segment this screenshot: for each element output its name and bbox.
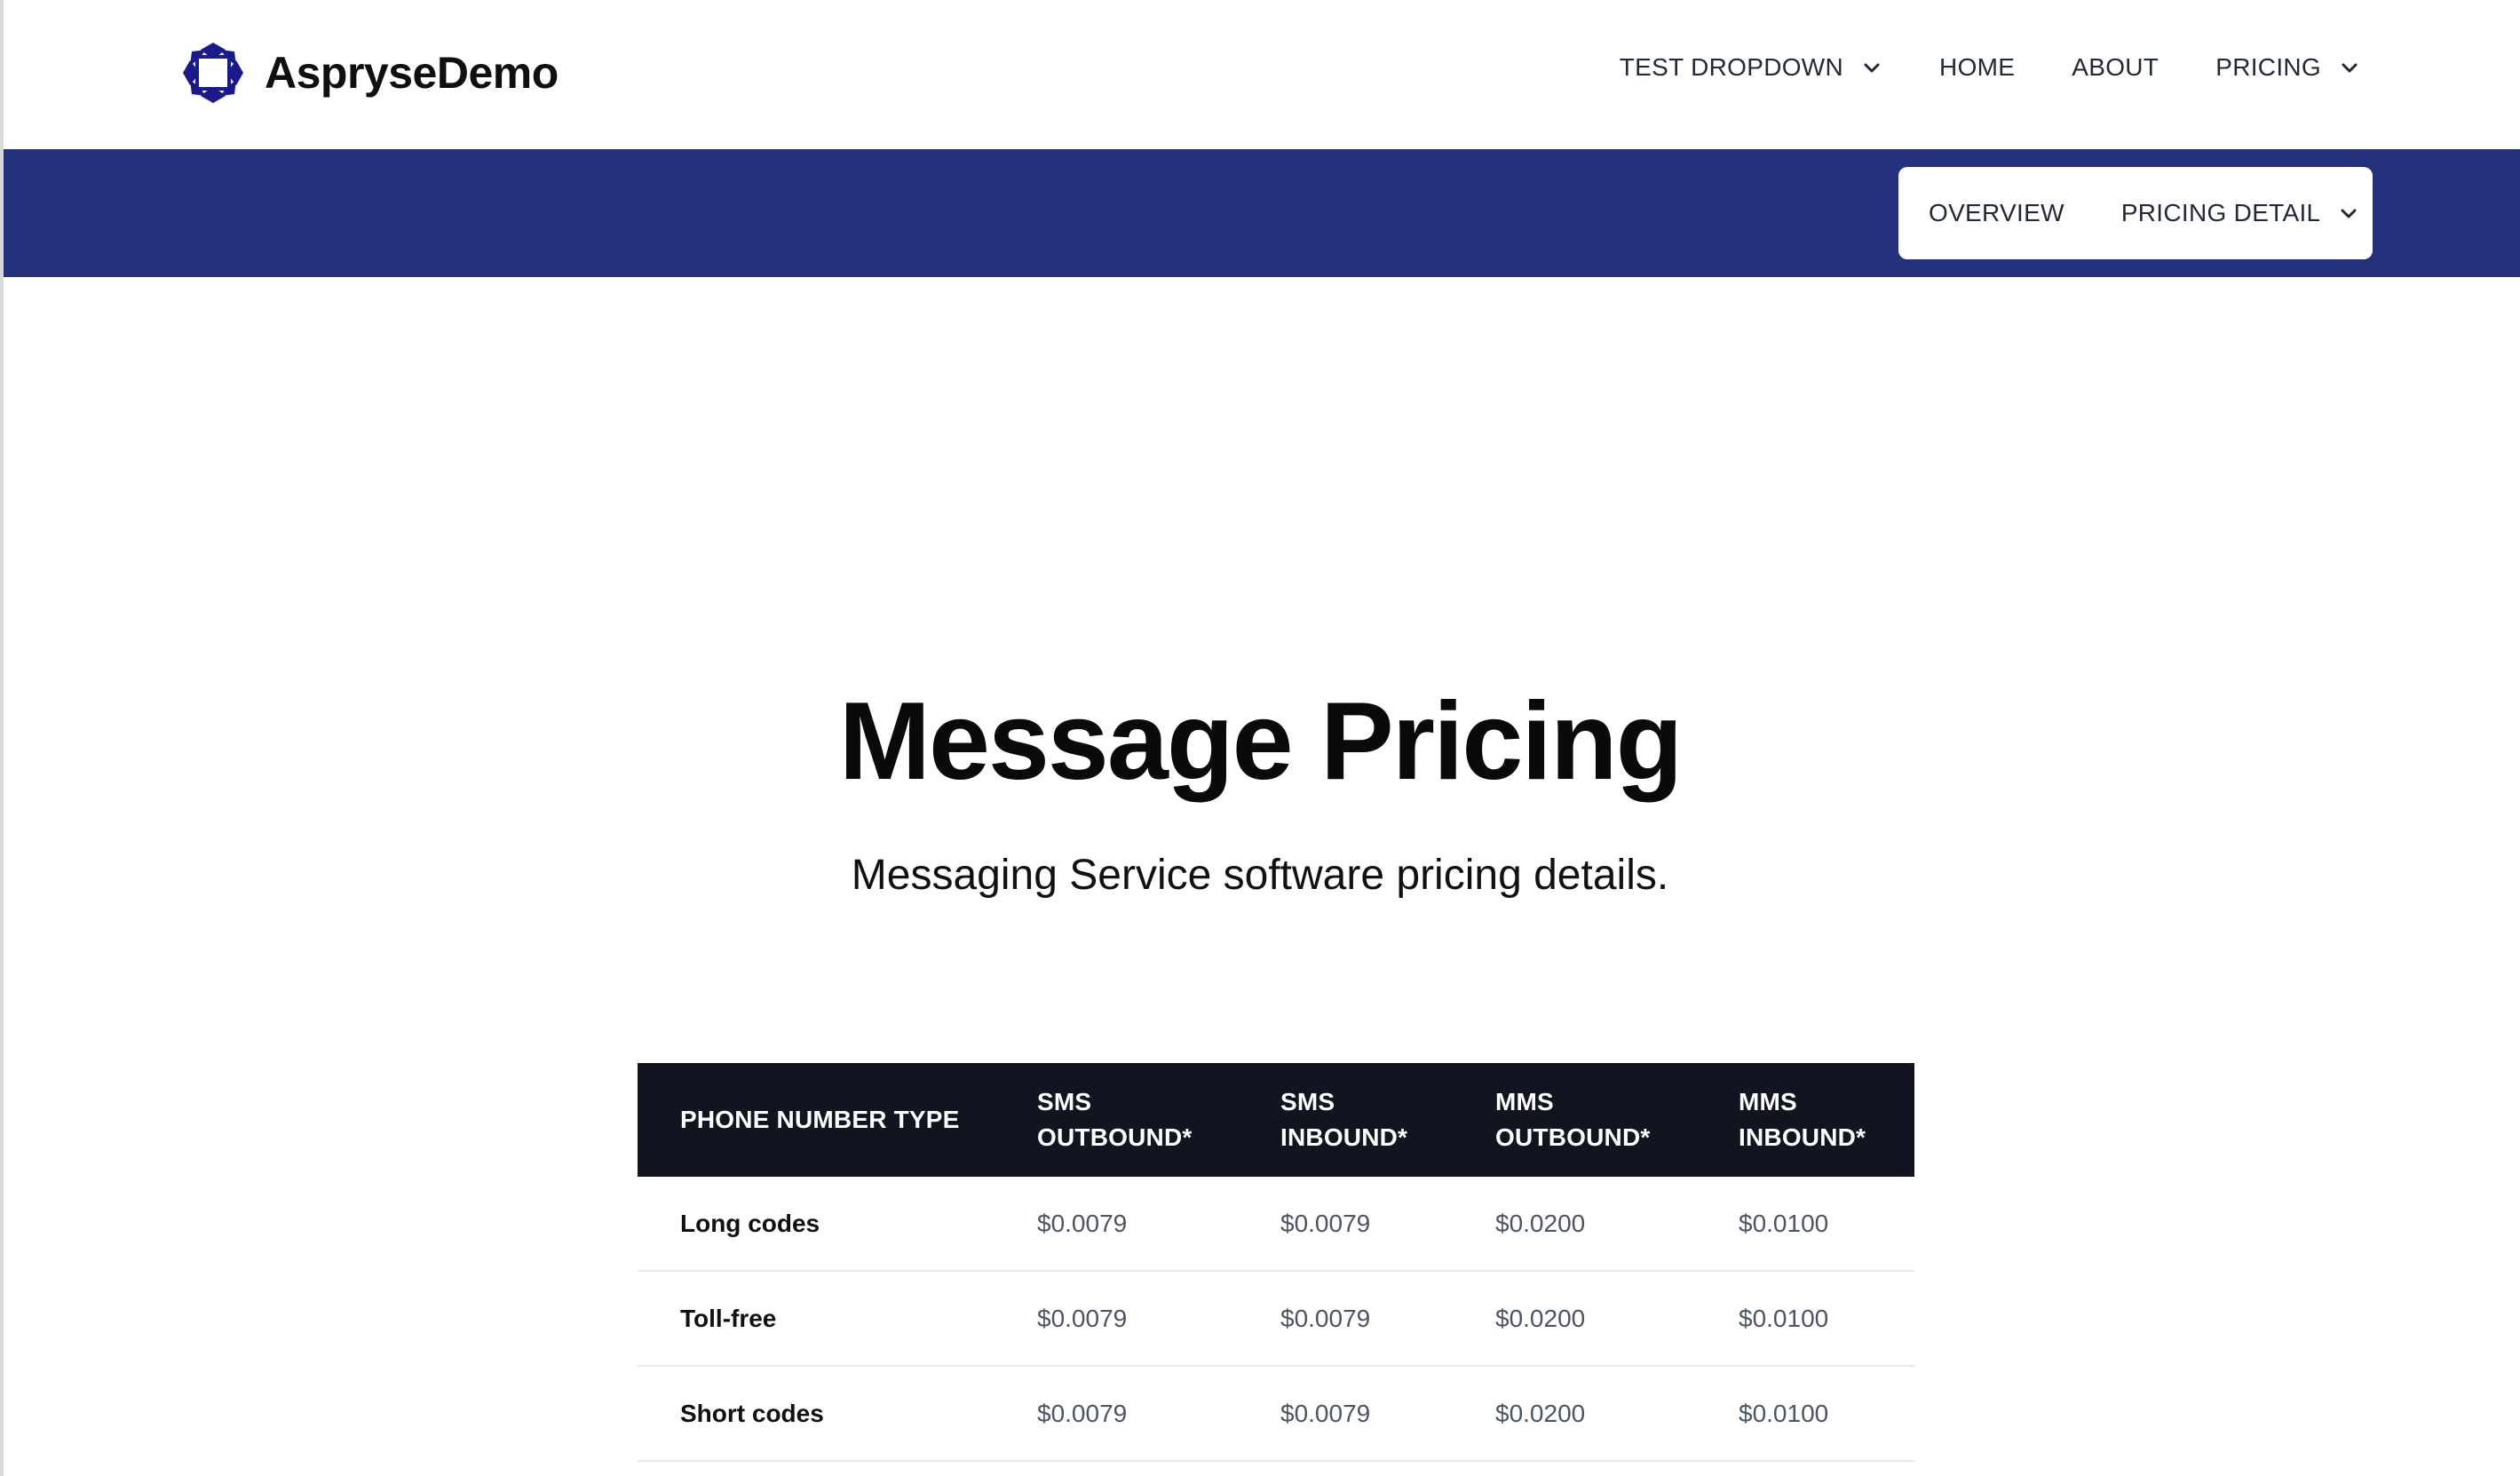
table-cell-price: $0.0079	[1238, 1177, 1453, 1272]
table-row: Short codes $0.0079 $0.0079 $0.0200 $0.0…	[638, 1366, 1914, 1462]
chevron-down-icon	[2342, 63, 2358, 73]
nav-item-label: PRICING	[2215, 53, 2321, 81]
table-cell-type: Long codes	[638, 1177, 995, 1272]
subnav-item-overview[interactable]: OVERVIEW	[1929, 199, 2064, 227]
table-cell-price: $0.0200	[1453, 1366, 1696, 1462]
table-cell-price: $0.0079	[995, 1271, 1238, 1367]
column-header-mms-outbound: MMS OUTBOUND*	[1453, 1063, 1696, 1177]
table-cell-price: $0.0100	[1696, 1271, 1914, 1367]
nav-item-home[interactable]: HOME	[1939, 53, 2015, 82]
column-header-label: MMS	[1495, 1088, 1554, 1115]
column-header-sms-inbound: SMS INBOUND*	[1238, 1063, 1453, 1177]
table-row: Toll-free $0.0079 $0.0079 $0.0200 $0.010…	[638, 1271, 1914, 1367]
pricing-table: PHONE NUMBER TYPE SMS OUTBOUND* SMS INBO…	[638, 1063, 1914, 1462]
subnav-card: OVERVIEW PRICING DETAIL	[1898, 167, 2373, 259]
column-header-label: OUTBOUND*	[1037, 1123, 1193, 1151]
table-header: PHONE NUMBER TYPE SMS OUTBOUND* SMS INBO…	[638, 1063, 1914, 1177]
chevron-down-icon	[2341, 209, 2357, 218]
chevron-down-icon	[1864, 63, 1880, 73]
table-cell-type: Short codes	[638, 1366, 995, 1462]
page-title: Message Pricing	[838, 680, 1684, 803]
nav-item-about[interactable]: ABOUT	[2072, 53, 2159, 82]
subnav-band: OVERVIEW PRICING DETAIL	[4, 149, 2520, 277]
octagon-logo-icon	[183, 43, 243, 103]
table-cell-price: $0.0200	[1453, 1177, 1696, 1272]
column-header-label: OUTBOUND*	[1495, 1123, 1651, 1151]
subnav-item-label: PRICING DETAIL	[2120, 199, 2321, 226]
brand-name: AspryseDemo	[265, 48, 559, 98]
table-cell-type: Toll-free	[638, 1271, 995, 1367]
top-navbar: AspryseDemo TEST DROPDOWN HOME ABOUT PRI…	[4, 0, 2520, 149]
subnav-item-label: OVERVIEW	[1929, 199, 2064, 226]
column-header-label: MMS	[1739, 1088, 1797, 1115]
table-cell-price: $0.0100	[1696, 1177, 1914, 1272]
table-cell-price: $0.0079	[995, 1177, 1238, 1272]
nav-item-test-dropdown[interactable]: TEST DROPDOWN	[1620, 53, 1882, 82]
column-header-sms-outbound: SMS OUTBOUND*	[995, 1063, 1238, 1177]
table-cell-price: $0.0200	[1453, 1271, 1696, 1367]
column-header-label: SMS	[1280, 1088, 1335, 1115]
column-header-label: INBOUND*	[1739, 1123, 1866, 1151]
main-nav: TEST DROPDOWN HOME ABOUT PRICING	[1620, 53, 2360, 82]
column-header-mms-inbound: MMS INBOUND*	[1696, 1063, 1914, 1177]
nav-item-label: ABOUT	[2072, 53, 2159, 81]
column-header-label: INBOUND*	[1280, 1123, 1408, 1151]
column-header-phone-number-type: PHONE NUMBER TYPE	[638, 1063, 995, 1177]
table-header-row: PHONE NUMBER TYPE SMS OUTBOUND* SMS INBO…	[638, 1063, 1914, 1177]
page-subtitle: Messaging Service software pricing detai…	[851, 852, 1669, 899]
nav-item-pricing[interactable]: PRICING	[2215, 53, 2360, 82]
column-header-label: SMS	[1037, 1088, 1092, 1115]
table-cell-price: $0.0079	[995, 1366, 1238, 1462]
nav-item-label: TEST DROPDOWN	[1619, 53, 1844, 81]
table-cell-price: $0.0100	[1696, 1366, 1914, 1462]
subnav-item-pricing-detail[interactable]: PRICING DETAIL	[2121, 199, 2360, 227]
brand[interactable]: AspryseDemo	[181, 41, 559, 105]
table-cell-price: $0.0079	[1238, 1366, 1453, 1462]
table-row: Long codes $0.0079 $0.0079 $0.0200 $0.01…	[638, 1177, 1914, 1272]
nav-item-label: HOME	[1939, 53, 2016, 81]
table-body: Long codes $0.0079 $0.0079 $0.0200 $0.01…	[638, 1177, 1914, 1462]
column-header-label: PHONE NUMBER TYPE	[680, 1106, 960, 1133]
table-cell-price: $0.0079	[1238, 1271, 1453, 1367]
